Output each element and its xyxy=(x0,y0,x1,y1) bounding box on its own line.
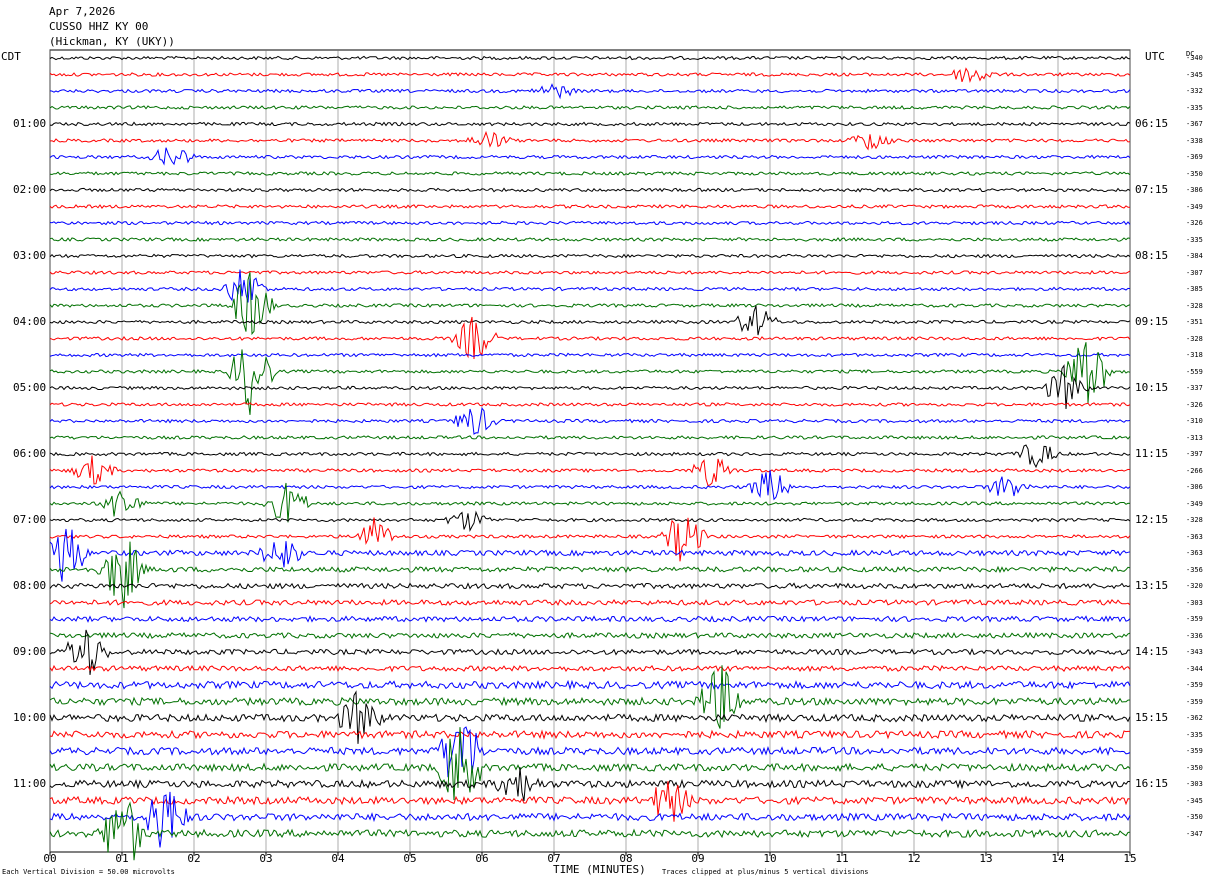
x-tick-label: 00 xyxy=(43,852,56,865)
seismic-trace xyxy=(49,105,1131,110)
scale-note: Each Vertical Division = 50.00 microvolt… xyxy=(2,868,175,876)
helicorder-plot: 00 01 02 03 04 05 06 07 08 09 10 11 12 13 14 15 xyxy=(43,49,1137,865)
x-tick-label: 04 xyxy=(331,852,345,865)
seismic-trace xyxy=(49,220,1131,226)
seismic-trace xyxy=(49,83,1131,100)
seismic-trace xyxy=(49,204,1130,209)
seismic-trace xyxy=(49,352,1131,358)
x-tick-label: 05 xyxy=(403,852,416,865)
x-axis-label: TIME (MINUTES) xyxy=(553,863,646,876)
x-tick-label: 12 xyxy=(907,852,920,865)
seismic-trace xyxy=(49,598,1131,607)
x-tick-label: 15 xyxy=(1123,852,1136,865)
seismic-trace xyxy=(49,402,1131,407)
x-tick-label: 14 xyxy=(1051,852,1065,865)
seismic-trace xyxy=(49,187,1131,193)
seismic-trace xyxy=(49,67,1131,83)
x-tick-label: 11 xyxy=(835,852,848,865)
x-tick-label: 01 xyxy=(115,852,128,865)
x-tick-label: 02 xyxy=(187,852,200,865)
seismic-trace xyxy=(49,270,1131,275)
seismic-trace xyxy=(49,272,1131,336)
seismic-trace xyxy=(49,455,1131,487)
seismic-trace xyxy=(49,121,1131,127)
seismic-trace xyxy=(49,147,1131,166)
seismic-trace xyxy=(49,482,1131,523)
seismic-trace xyxy=(49,510,1131,532)
seismic-trace xyxy=(49,171,1131,176)
seismic-trace xyxy=(49,55,1131,61)
seismic-trace xyxy=(49,444,1131,469)
seismic-trace xyxy=(49,631,1131,640)
x-tick-label: 06 xyxy=(475,852,488,865)
seismic-trace xyxy=(49,729,1130,740)
seismic-trace xyxy=(49,541,1131,609)
seismic-trace xyxy=(49,679,1131,691)
seismic-trace xyxy=(49,237,1131,242)
plot-frame xyxy=(49,49,1131,853)
seismic-trace xyxy=(49,664,1131,673)
seismic-trace xyxy=(49,253,1131,259)
seismic-trace xyxy=(49,305,1131,336)
seismic-trace xyxy=(49,727,1131,801)
seismic-trace xyxy=(49,615,1131,623)
x-tick-label: 09 xyxy=(691,852,704,865)
seismic-trace xyxy=(49,517,1131,562)
seismic-trace xyxy=(49,469,1131,501)
seismic-trace xyxy=(49,582,1131,590)
x-tick-label: 03 xyxy=(259,852,272,865)
seismic-trace xyxy=(49,435,1131,440)
clip-note: Traces clipped at plus/minus 5 vertical … xyxy=(662,868,869,876)
x-tick-label: 13 xyxy=(979,852,992,865)
seismic-trace xyxy=(49,130,1131,151)
seismic-trace xyxy=(49,406,1131,435)
x-tick-label: 10 xyxy=(763,852,776,865)
seismic-trace xyxy=(49,269,1131,303)
seismic-trace xyxy=(49,665,1131,729)
